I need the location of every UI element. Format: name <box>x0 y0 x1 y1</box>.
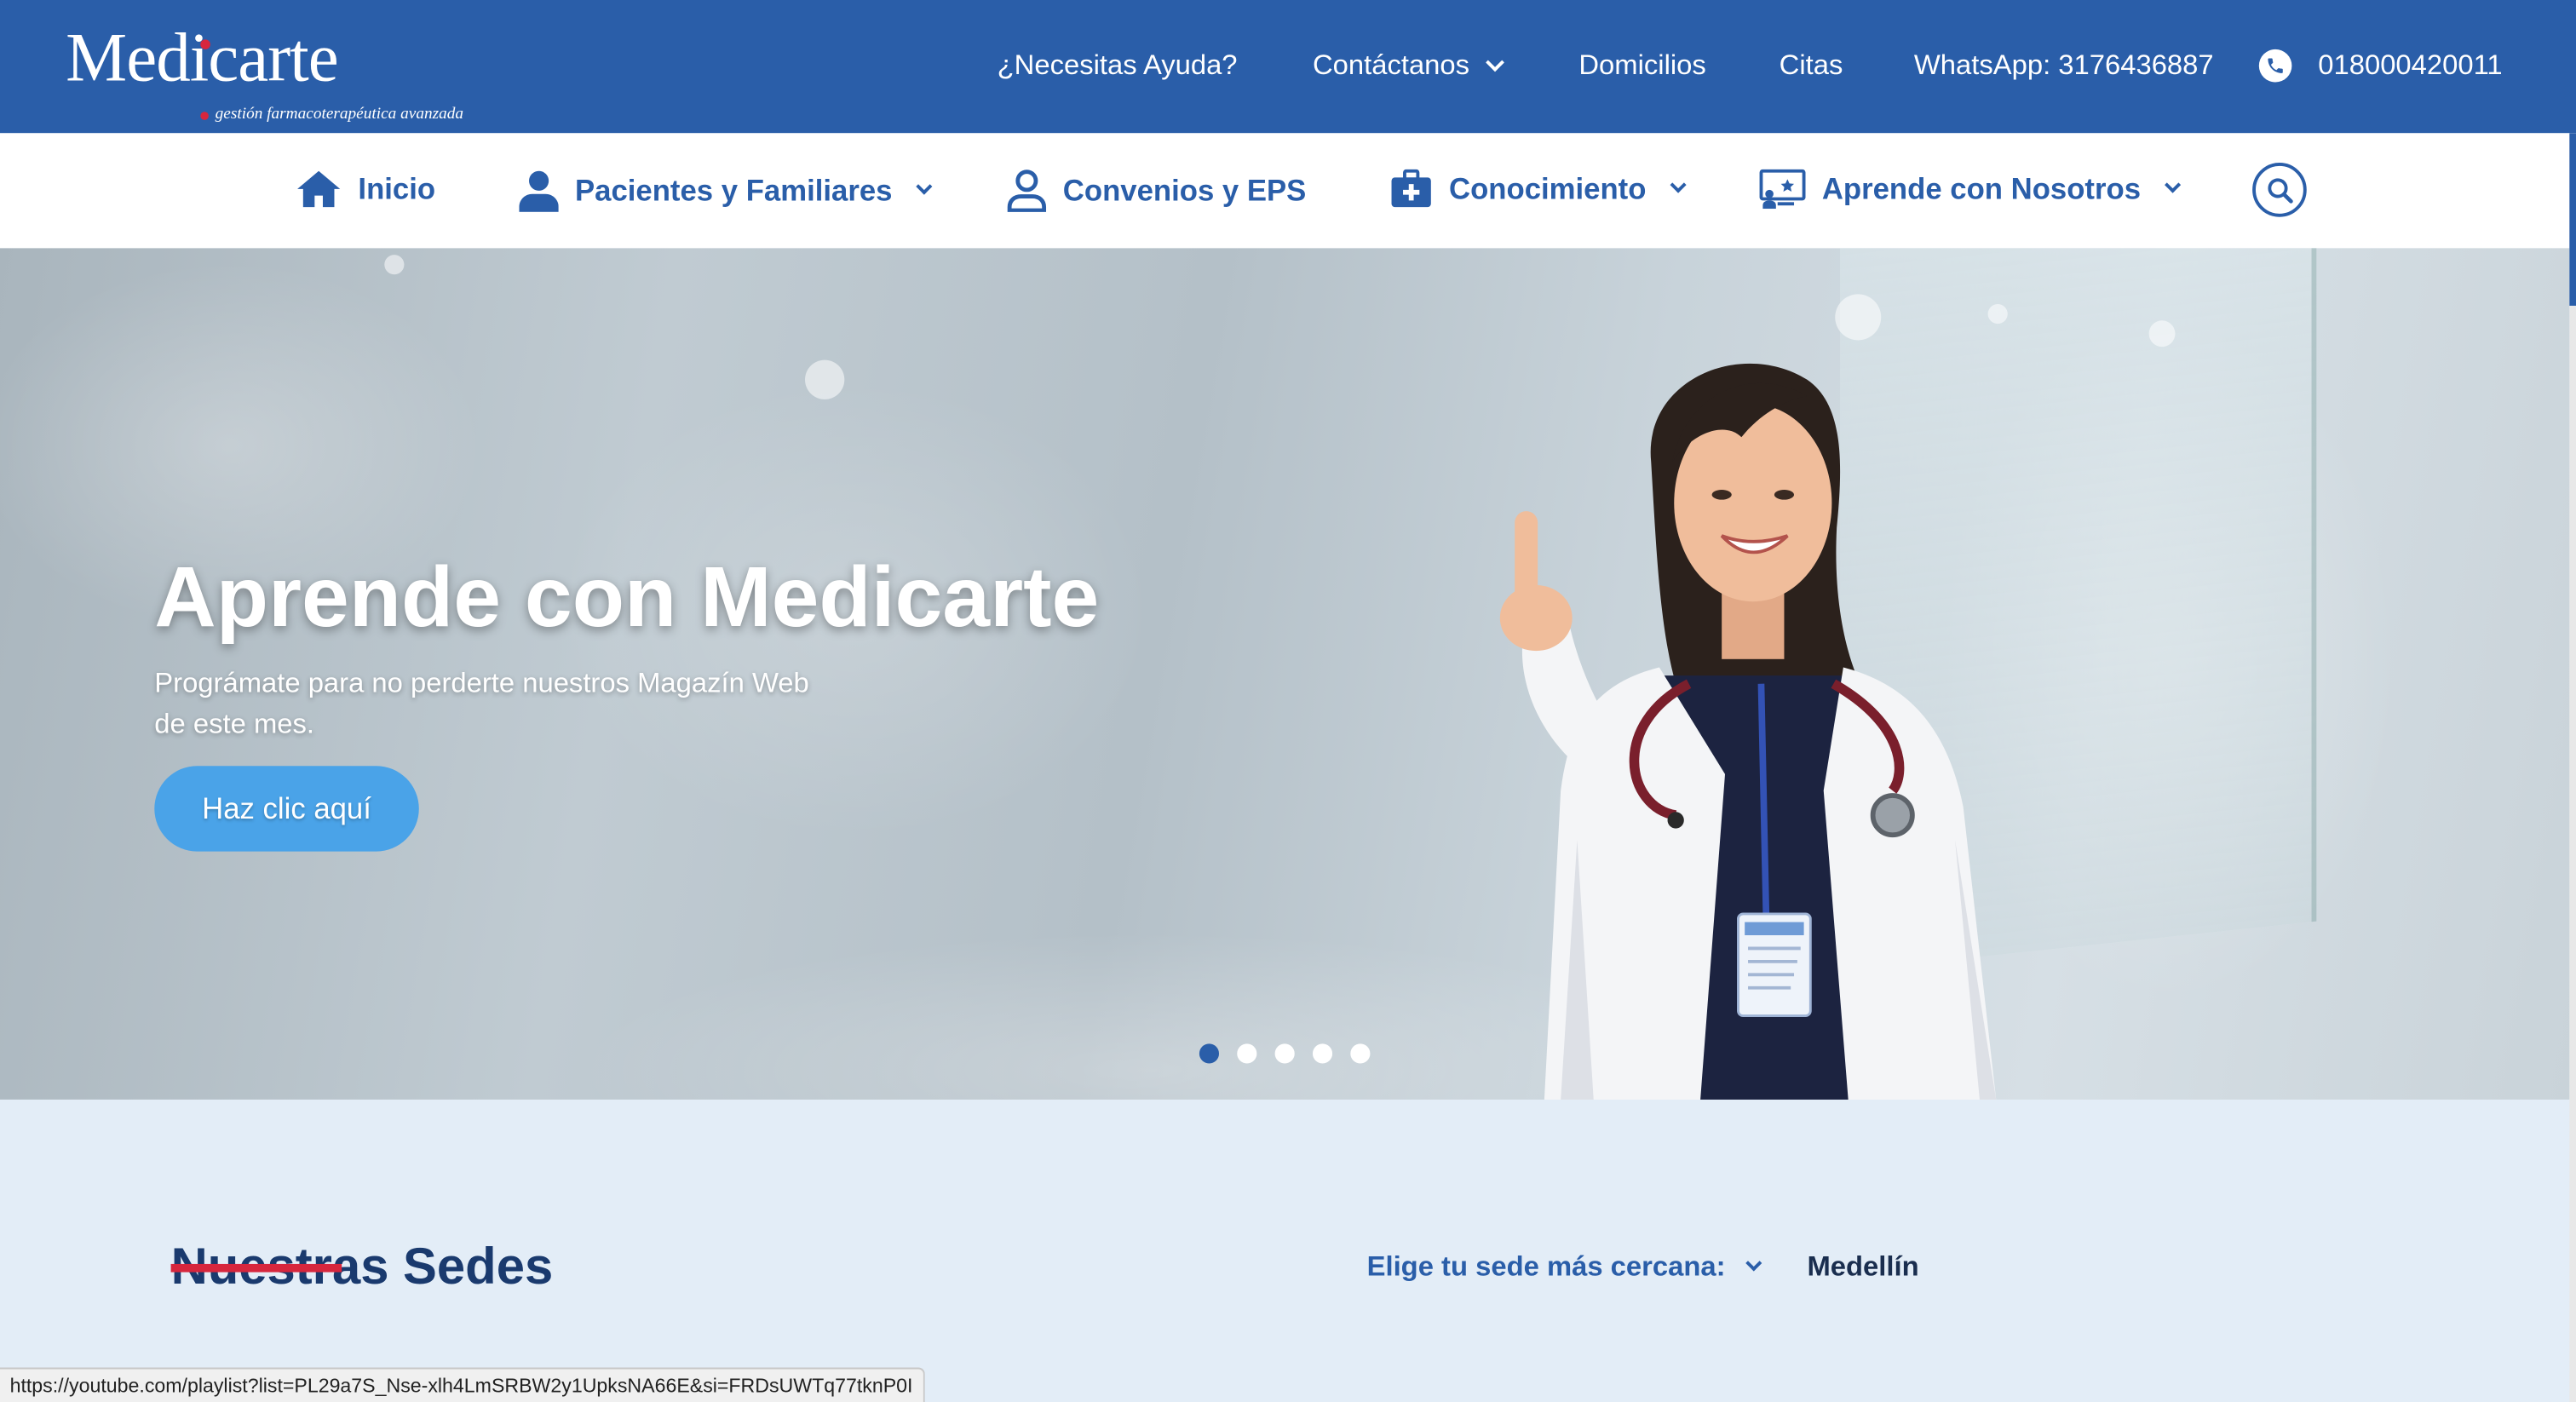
slider-dot-4[interactable] <box>1312 1043 1333 1064</box>
delivery-label: Domicilios <box>1578 49 1706 81</box>
help-link-label: ¿Necesitas Ayuda? <box>997 49 1238 81</box>
scrollbar-thumb[interactable] <box>2569 133 2576 306</box>
browser-status-url: https://youtube.com/playlist?list=PL29a7… <box>0 1367 924 1402</box>
delivery-link[interactable]: Domicilios <box>1578 49 1705 83</box>
logo-tagline: gestión farmacoterapéutica avanzada <box>215 105 464 124</box>
slider-dot-1[interactable] <box>1199 1043 1220 1064</box>
whatsapp-link[interactable]: WhatsApp: 3176436887 <box>1914 49 2214 83</box>
background-bokeh <box>1987 303 2008 325</box>
contact-label: Contáctanos <box>1312 49 1470 81</box>
sede-select-dropdown[interactable]: Elige tu sede más cercana: <box>1366 1250 1762 1284</box>
nav-label-aprende: Aprende con Nosotros <box>1821 171 2142 205</box>
whatsapp-label: WhatsApp: 3176436887 <box>1913 49 2214 81</box>
slider-dot-5[interactable] <box>1350 1043 1371 1064</box>
background-bokeh <box>384 255 405 275</box>
nav-item-conocimiento[interactable]: Conocimiento <box>1390 169 1687 209</box>
hero-slider: Aprende con Medicarte Prográmate para no… <box>0 248 2570 1100</box>
nav-label-convenios: Convenios y EPS <box>1062 173 1307 207</box>
contact-dropdown[interactable]: Contáctanos <box>1312 49 1505 83</box>
phone-link[interactable]: 018000420011 <box>2258 49 2503 83</box>
sede-select-label: Elige tu sede más cercana: <box>1366 1250 1726 1283</box>
chevron-down-icon <box>1670 176 1687 193</box>
logo-accent-dot <box>200 39 210 49</box>
search-icon <box>2267 177 2292 203</box>
nav-item-pacientes[interactable]: Pacientes y Familiares <box>519 170 933 212</box>
nav-item-aprende[interactable]: Aprende con Nosotros <box>1759 169 2182 210</box>
top-bar: Medicarte gestión farmacoterapéutica ava… <box>0 0 2576 134</box>
nav-label-inicio: Inicio <box>358 171 436 205</box>
sedes-section: Nuestras Sedes Elige tu sede más cercana… <box>0 1099 2576 1402</box>
background-bokeh <box>805 359 845 399</box>
phone-label: 018000420011 <box>2318 49 2503 81</box>
medical-kit-icon <box>1391 169 1431 208</box>
slider-dot-2[interactable] <box>1237 1043 1257 1064</box>
nav-label-pacientes: Pacientes y Familiares <box>575 173 893 207</box>
nav-item-inicio[interactable]: Inicio <box>296 170 435 209</box>
user-outline-icon <box>1007 170 1047 212</box>
nav-label-conocimiento: Conocimiento <box>1449 171 1647 205</box>
slider-pagination <box>1199 1043 1371 1064</box>
chevron-down-icon <box>2165 176 2182 193</box>
sede-selected-value[interactable]: Medellín <box>1807 1251 1918 1284</box>
chevron-down-icon <box>916 178 933 195</box>
search-button[interactable] <box>2252 163 2307 217</box>
user-icon <box>519 170 559 212</box>
hero-subtitle: Prográmate para no perderte nuestros Mag… <box>154 667 809 740</box>
hero-cta-button[interactable]: Haz clic aquí <box>154 766 419 852</box>
home-icon <box>297 170 341 208</box>
logo-wordmark: Medicarte <box>66 21 339 97</box>
medicarte-logo[interactable]: Medicarte gestión farmacoterapéutica ava… <box>66 20 492 124</box>
hero-title: Aprende con Medicarte <box>154 550 1100 646</box>
phone-icon <box>2258 49 2292 83</box>
help-link[interactable]: ¿Necesitas Ayuda? <box>998 49 1238 83</box>
appointments-link[interactable]: Citas <box>1780 49 1843 83</box>
nav-item-convenios[interactable]: Convenios y EPS <box>1007 170 1306 212</box>
hero-doctor-image <box>1499 363 1997 1100</box>
page-scrollbar[interactable] <box>2569 133 2576 1402</box>
slider-dot-3[interactable] <box>1274 1043 1295 1064</box>
chevron-down-icon <box>1745 1255 1762 1272</box>
presentation-icon <box>1759 169 1806 210</box>
appointments-label: Citas <box>1779 49 1843 81</box>
background-bokeh <box>2148 320 2176 348</box>
background-bokeh <box>1835 294 1882 341</box>
sedes-title-underline <box>170 1263 342 1273</box>
logo-tagline-dot <box>200 112 209 120</box>
main-navigation: Inicio Pacientes y Familiares Convenios … <box>0 133 2576 249</box>
chevron-down-icon <box>1486 52 1505 72</box>
